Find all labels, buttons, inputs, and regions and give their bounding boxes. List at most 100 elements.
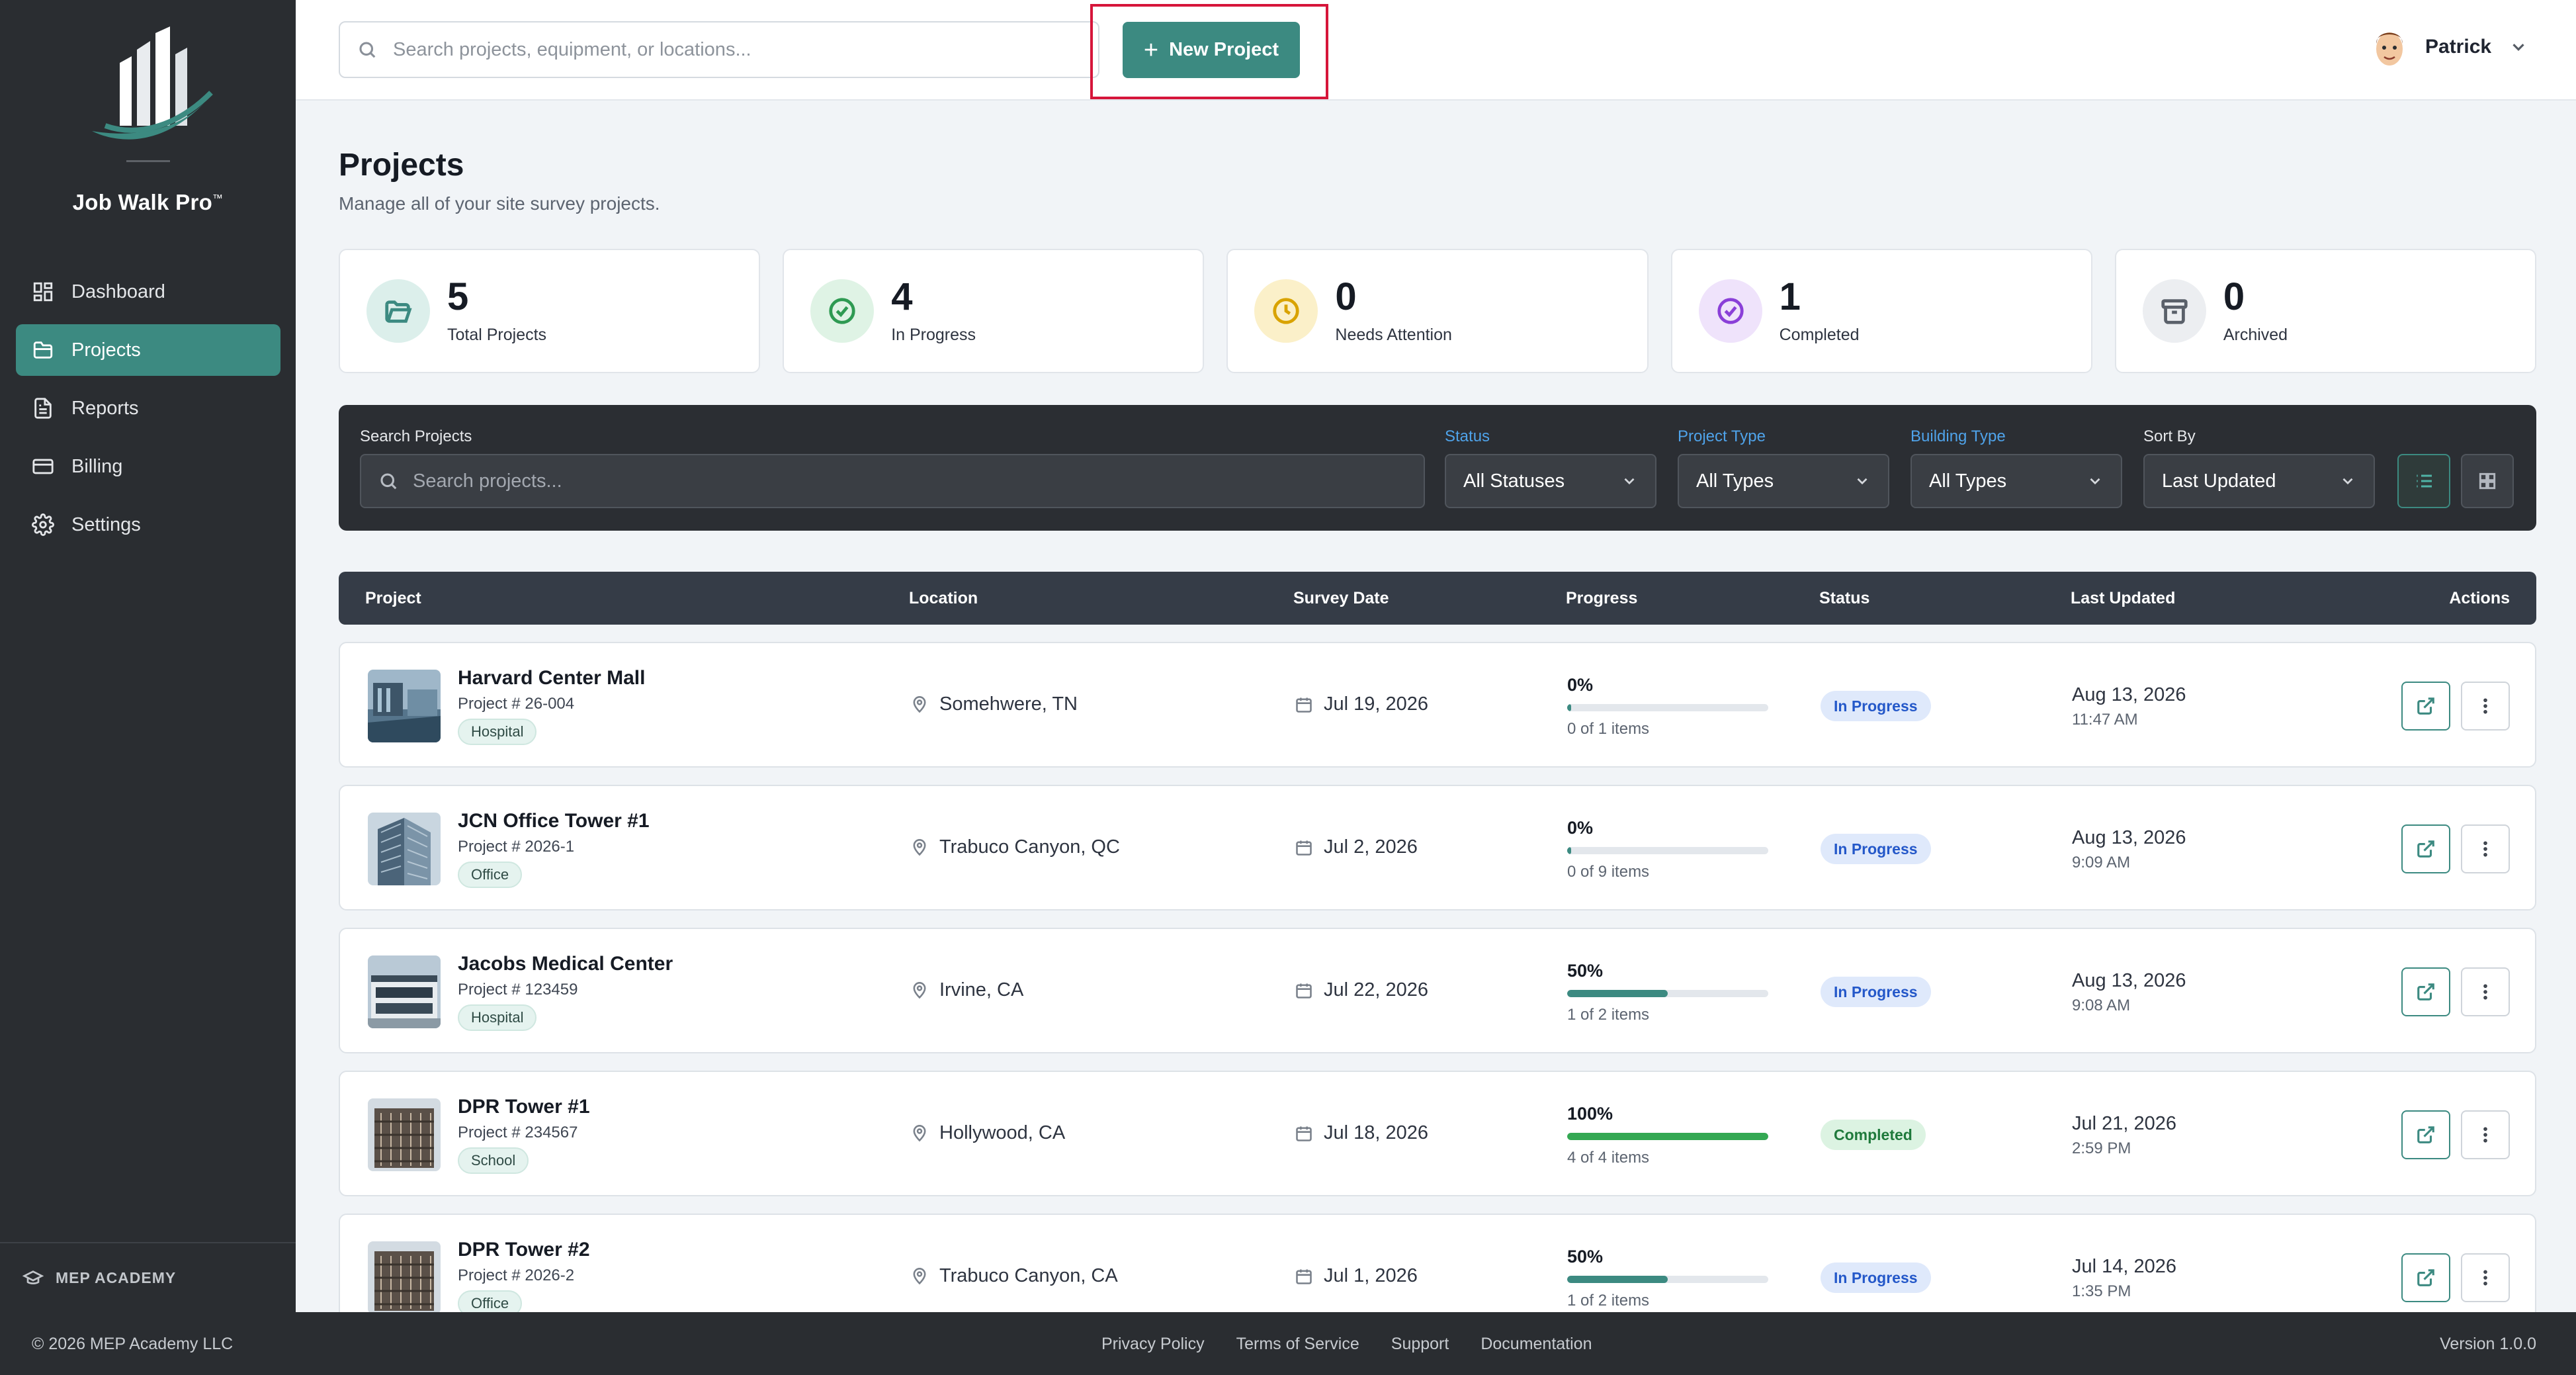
building-type-tag: Office <box>458 1290 523 1312</box>
stat-value: 0 <box>1335 275 1357 318</box>
footer-link-support[interactable]: Support <box>1391 1335 1449 1354</box>
survey-date: Jul 2, 2026 <box>1295 836 1418 858</box>
global-search-input[interactable] <box>393 38 1054 61</box>
building-type-tag: Hospital <box>458 719 537 745</box>
sidebar-item-projects[interactable]: Projects <box>16 324 280 376</box>
more-actions-button[interactable] <box>2461 967 2510 1016</box>
more-actions-button[interactable] <box>2461 824 2510 873</box>
project-search-input[interactable] <box>413 470 1405 492</box>
status-select[interactable]: All Statuses <box>1445 454 1656 508</box>
sidebar-item-label: Billing <box>71 455 123 477</box>
progress-bar <box>1567 1133 1768 1140</box>
project-thumbnail <box>368 670 441 742</box>
chevron-down-icon <box>1624 478 1635 485</box>
footer-link-documentation[interactable]: Documentation <box>1481 1335 1592 1354</box>
project-name[interactable]: Harvard Center Mall <box>458 667 645 689</box>
column-header-progress[interactable]: Progress <box>1566 589 1637 608</box>
stat-icon-wrap <box>1254 279 1318 343</box>
list-view-toggle[interactable] <box>2397 454 2450 508</box>
column-header-survey-date[interactable]: Survey Date <box>1293 589 1389 608</box>
more-actions-button[interactable] <box>2461 682 2510 731</box>
footer-link-privacy[interactable]: Privacy Policy <box>1101 1335 1205 1354</box>
external-link-icon <box>2417 697 2434 715</box>
progress-percent: 0% <box>1567 818 1594 838</box>
sidebar-item-settings[interactable]: Settings <box>16 499 280 551</box>
new-project-button[interactable]: + New Project <box>1123 22 1300 78</box>
progress-bar <box>1567 990 1768 997</box>
column-header-project[interactable]: Project <box>365 589 421 608</box>
project-name[interactable]: JCN Office Tower #1 <box>458 810 650 832</box>
copyright: © 2026 MEP Academy LLC <box>32 1335 234 1353</box>
global-search[interactable] <box>339 21 1099 78</box>
document-icon <box>34 398 52 419</box>
open-project-button[interactable] <box>2401 824 2450 873</box>
stat-value: 0 <box>2223 275 2245 318</box>
last-updated-time: 1:35 PM <box>2072 1282 2131 1300</box>
sidebar-item-dashboard[interactable]: Dashboard <box>16 266 280 318</box>
progress-bar-fill <box>1567 1133 1768 1140</box>
column-header-last-updated[interactable]: Last Updated <box>2071 589 2175 608</box>
building-type-tag: Office <box>458 862 523 888</box>
calendar-icon <box>1296 1269 1312 1284</box>
project-search[interactable] <box>360 454 1425 508</box>
last-updated-time: 2:59 PM <box>2072 1139 2131 1157</box>
sidebar-item-reports[interactable]: Reports <box>16 382 280 434</box>
column-header-location[interactable]: Location <box>909 589 978 608</box>
survey-date-text: Jul 18, 2026 <box>1324 1122 1429 1143</box>
more-actions-button[interactable] <box>2461 1253 2510 1302</box>
stat-card-completed: 1 Completed <box>1670 249 2092 373</box>
table-row[interactable]: JCN Office Tower #1 Project # 2026-1 Off… <box>339 785 2536 910</box>
last-updated-date: Aug 13, 2026 <box>2072 970 2186 991</box>
table-row[interactable]: Jacobs Medical Center Project # 123459 H… <box>339 928 2536 1053</box>
open-project-button[interactable] <box>2401 1110 2450 1159</box>
progress-bar-fill <box>1567 704 1572 711</box>
stat-value: 5 <box>447 275 469 318</box>
sidebar-footer-label: MEP ACADEMY <box>56 1268 177 1286</box>
column-header-status[interactable]: Status <box>1819 589 1869 608</box>
avatar <box>2376 32 2403 66</box>
open-project-button[interactable] <box>2401 967 2450 1016</box>
progress-percent: 0% <box>1567 675 1594 695</box>
last-updated-date: Jul 21, 2026 <box>2072 1113 2177 1134</box>
check-circle-icon <box>829 298 855 324</box>
sort-by-label: Sort By <box>2143 427 2196 445</box>
open-project-button[interactable] <box>2401 1253 2450 1302</box>
building-type-tag: School <box>458 1147 529 1174</box>
table-row[interactable]: DPR Tower #2 Project # 2026-2 Office Tra… <box>339 1214 2536 1312</box>
project-name[interactable]: Jacobs Medical Center <box>458 953 673 975</box>
map-pin-icon <box>913 1124 926 1141</box>
credit-card-icon <box>32 459 54 474</box>
more-actions-button[interactable] <box>2461 1110 2510 1159</box>
app-logo[interactable]: Job Walk Pro™ <box>0 26 296 215</box>
sidebar-item-label: Dashboard <box>71 281 165 302</box>
progress-items: 0 of 9 items <box>1567 863 1650 881</box>
logo-divider <box>126 160 170 162</box>
project-thumbnail <box>368 813 441 885</box>
project-name[interactable]: DPR Tower #2 <box>458 1239 590 1261</box>
user-menu[interactable]: Patrick <box>2370 24 2528 70</box>
footer-link-terms[interactable]: Terms of Service <box>1236 1335 1359 1354</box>
clock-icon <box>1273 298 1300 324</box>
grid-view-toggle[interactable] <box>2461 454 2514 508</box>
stat-icon-wrap <box>2142 279 2206 343</box>
calendar-icon <box>1296 1126 1312 1141</box>
stat-card-archived: 0 Archived <box>2114 249 2537 373</box>
more-vertical-icon <box>2483 698 2487 714</box>
building-type-select[interactable]: All Types <box>1911 454 2122 508</box>
table-row[interactable]: Harvard Center Mall Project # 26-004 Hos… <box>339 642 2536 768</box>
sort-by-select[interactable]: Last Updated <box>2143 454 2375 508</box>
project-location: Irvine, CA <box>910 979 1023 1001</box>
stat-value: 1 <box>1779 275 1801 318</box>
status-filter-label: Status <box>1445 427 1490 445</box>
sidebar-item-billing[interactable]: Billing <box>16 441 280 492</box>
page-title: Projects <box>339 148 464 183</box>
sidebar-footer-mep-academy[interactable]: MEP ACADEMY <box>0 1242 296 1288</box>
project-name[interactable]: DPR Tower #1 <box>458 1096 590 1118</box>
progress-bar <box>1567 847 1768 854</box>
table-row[interactable]: DPR Tower #1 Project # 234567 School Hol… <box>339 1071 2536 1196</box>
dashboard-icon <box>33 282 53 302</box>
project-location: Somehwere, TN <box>910 693 1078 715</box>
chevron-down-icon <box>2512 44 2524 51</box>
open-project-button[interactable] <box>2401 682 2450 731</box>
project-type-select[interactable]: All Types <box>1678 454 1889 508</box>
